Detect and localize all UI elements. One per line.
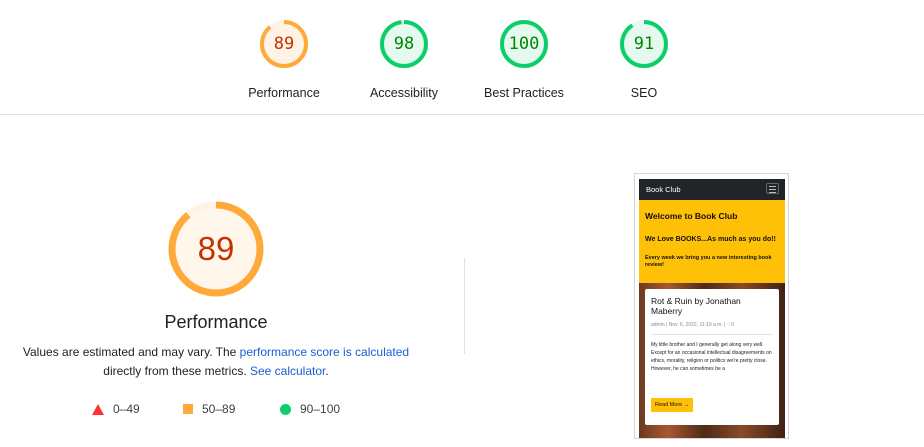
desc-text-2: directly from these metrics. <box>103 364 250 378</box>
performance-score-calculated-link[interactable]: performance score is calculated <box>240 345 409 359</box>
legend-pass-range: 90–100 <box>300 402 341 416</box>
screenshot-read-more-button: Read More → <box>651 398 694 412</box>
legend-fail: 0–49 <box>92 402 140 416</box>
legend-fail-range: 0–49 <box>113 402 140 416</box>
divider <box>464 258 465 354</box>
orange-square-icon <box>183 404 193 414</box>
legend-average: 50–89 <box>183 402 235 416</box>
screenshot-post-title: Rot & Ruin by Jonathan Maberry <box>651 296 741 316</box>
seo-gauge[interactable]: 91 SEO <box>584 18 704 100</box>
red-triangle-icon <box>92 403 104 415</box>
screenshot-post-card: Rot & Ruin by Jonathan Maberry admin | N… <box>645 289 779 425</box>
performance-main-gauge: 89 <box>165 198 267 300</box>
accessibility-label: Accessibility <box>369 86 439 100</box>
screenshot-navbar: Book Club <box>639 179 785 200</box>
screenshot-hero-title: Welcome to Book Club <box>645 211 738 221</box>
screenshot-brand: Book Club <box>646 185 681 194</box>
best-practices-score: 100 <box>508 34 540 54</box>
legend-pass: 90–100 <box>280 402 340 416</box>
legend-average-range: 50–89 <box>202 402 236 416</box>
performance-score: 89 <box>273 34 295 54</box>
see-calculator-link[interactable]: See calculator <box>250 364 325 378</box>
performance-label: Performance <box>248 86 320 100</box>
seo-score: 91 <box>633 34 655 54</box>
best-practices-gauge[interactable]: 100 Best Practices <box>464 18 584 100</box>
screenshot-card-divider <box>651 334 773 335</box>
screenshot-hero: Welcome to Book Club We Love BOOKS...As … <box>639 200 785 283</box>
performance-heading: Performance <box>164 312 268 332</box>
screenshot-hero-subtitle: We Love BOOKS...As much as you do!! <box>645 236 776 243</box>
accessibility-score: 98 <box>393 34 415 54</box>
screenshot-hero-text: Every week we bring you a new interestin… <box>645 255 772 268</box>
desc-text-1: Values are estimated and may vary. The <box>22 345 240 359</box>
performance-description: Values are estimated and may vary. The p… <box>16 343 416 381</box>
screenshot-post-excerpt: My little brother and I generally get al… <box>651 342 772 372</box>
screenshot-post-meta: admin | Nov. 6, 2022, 11:19 a.m. | ♡0 <box>651 322 735 328</box>
seo-label: SEO <box>630 86 658 100</box>
performance-main-score: 89 <box>197 230 235 267</box>
accessibility-gauge[interactable]: 98 Accessibility <box>344 18 464 100</box>
best-practices-label: Best Practices <box>484 86 564 100</box>
performance-gauge[interactable]: 89 Performance <box>224 18 344 100</box>
hamburger-menu-icon <box>766 183 779 194</box>
green-circle-icon <box>280 403 291 415</box>
category-scores-bar: 89 Performance 98 Accessibility 100 Best… <box>0 0 924 115</box>
desc-text-3: . <box>325 364 329 378</box>
final-screenshot[interactable]: Book Club Welcome to Book Club We Love B… <box>634 173 789 439</box>
